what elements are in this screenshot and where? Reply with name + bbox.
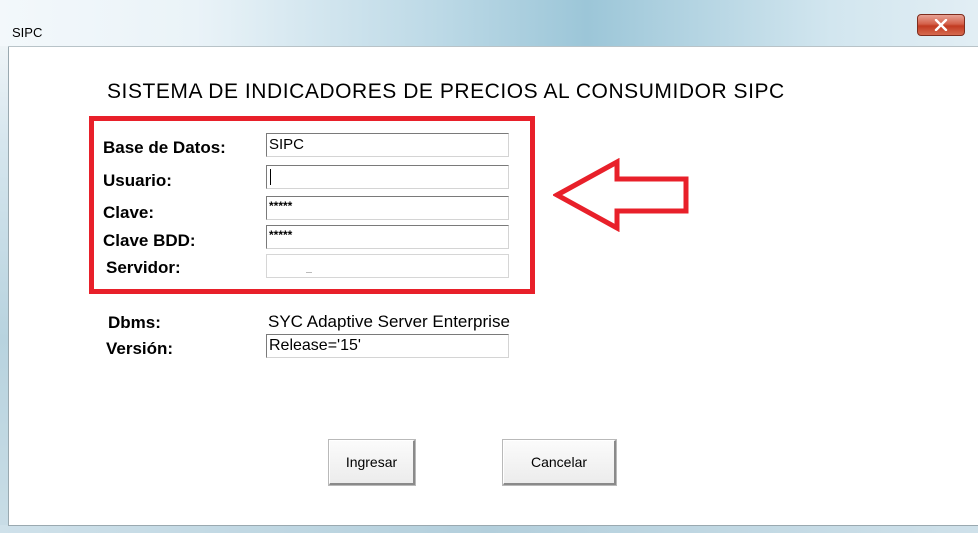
version-label: Versión: [106, 339, 174, 358]
password-label: Clave: [103, 203, 155, 222]
database-field[interactable]: SIPC [266, 133, 509, 157]
database-label: Base de Datos: [103, 138, 226, 157]
server-label: Servidor: [106, 258, 181, 277]
version-field: Release='15' [266, 334, 509, 358]
dbms-label: Dbms: [108, 313, 161, 332]
db-password-field[interactable]: ***** [266, 225, 509, 249]
field-mark [306, 272, 312, 273]
server-field[interactable] [266, 254, 509, 278]
ingresar-button[interactable]: Ingresar [328, 439, 416, 486]
dbms-value: SYC Adaptive Server Enterprise [268, 312, 510, 331]
close-button[interactable] [917, 14, 965, 36]
db-password-value: ***** [269, 228, 293, 242]
password-field[interactable]: ***** [266, 196, 509, 220]
window-frame-bottom [0, 525, 978, 533]
login-dialog: SIPC SISTEMA DE INDICADORES DE PRECIOS A… [0, 0, 978, 533]
frame-line [8, 46, 9, 526]
left-arrow-icon [551, 157, 693, 237]
text-cursor [270, 169, 271, 186]
cancelar-button[interactable]: Cancelar [502, 439, 617, 486]
version-value: Release='15' [269, 337, 361, 354]
window-frame-left [0, 46, 8, 533]
frame-line [8, 46, 978, 47]
window-title: SIPC [12, 25, 43, 40]
user-label: Usuario: [103, 171, 172, 190]
database-value: SIPC [269, 136, 305, 153]
db-password-label: Clave BDD: [103, 231, 196, 250]
frame-line [8, 525, 978, 526]
page-title: SISTEMA DE INDICADORES DE PRECIOS AL CON… [107, 80, 785, 103]
user-field[interactable] [266, 165, 509, 189]
close-icon [934, 19, 948, 31]
password-value: ***** [269, 199, 293, 213]
title-bar[interactable]: SIPC [0, 0, 978, 46]
